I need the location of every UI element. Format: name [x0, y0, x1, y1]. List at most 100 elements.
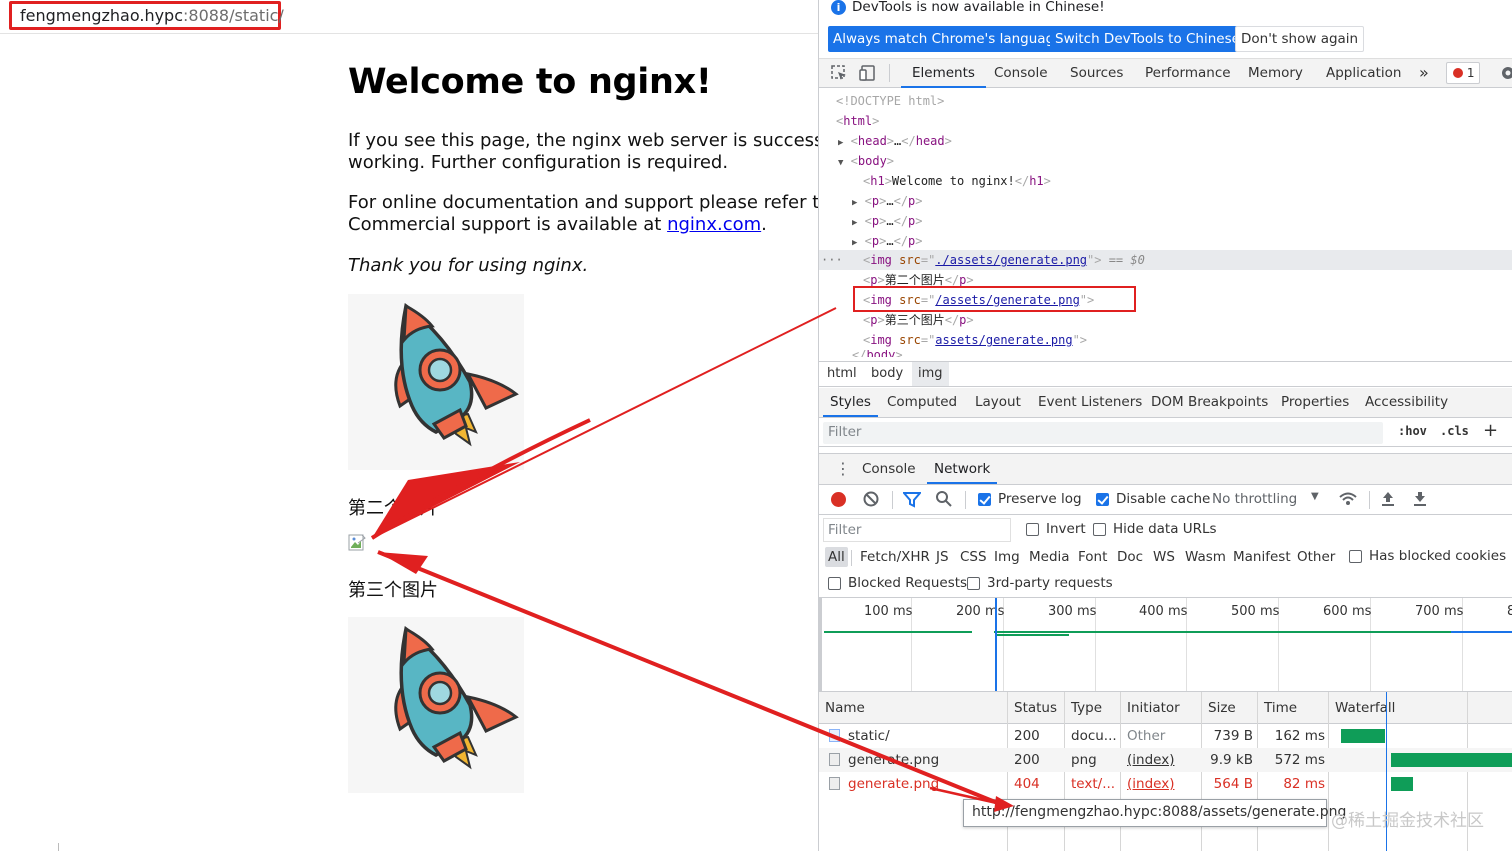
type-filter-all[interactable]: All: [825, 547, 848, 567]
search-icon[interactable]: [935, 490, 953, 508]
dom-node-p[interactable]: ▶ <p>…</p>: [819, 231, 1512, 251]
address-url[interactable]: fengmengzhao.hypc:8088/static/: [9, 1, 284, 30]
device-toolbar-icon[interactable]: [859, 64, 877, 82]
breadcrumb-html[interactable]: html: [827, 362, 857, 386]
timeline-tick: 700 ms: [1415, 604, 1464, 619]
nginx-com-link[interactable]: nginx.com: [667, 214, 761, 235]
chevron-down-icon[interactable]: ▼: [1311, 491, 1319, 502]
src-link[interactable]: assets/generate.png: [935, 333, 1072, 347]
breadcrumb-img[interactable]: img: [912, 362, 949, 386]
dom-node-p[interactable]: <p>第三个图片</p>: [819, 310, 1512, 330]
type-filter-img[interactable]: Img: [994, 549, 1020, 565]
column-status[interactable]: Status: [1014, 692, 1057, 724]
breadcrumb-body[interactable]: body: [871, 362, 903, 386]
tab-memory[interactable]: Memory: [1248, 59, 1303, 88]
collapse-triangle-icon[interactable]: ▼: [838, 158, 843, 168]
hov-button[interactable]: :hov: [1398, 424, 1427, 438]
tab-sources[interactable]: Sources: [1070, 59, 1123, 88]
elements-tree[interactable]: <!DOCTYPE html> <html> ▶ <head>…</head> …: [819, 89, 1512, 357]
timeline-tick: 300 ms: [1048, 604, 1097, 619]
import-har-upload-icon[interactable]: [1381, 490, 1395, 508]
type-filter-js[interactable]: JS: [936, 549, 949, 565]
cls-button[interactable]: .cls: [1440, 424, 1469, 438]
hide-data-urls-checkbox[interactable]: [1093, 523, 1106, 536]
column-size[interactable]: Size: [1208, 692, 1236, 724]
expand-triangle-icon[interactable]: ▶: [852, 238, 857, 248]
tab-elements[interactable]: Elements: [901, 59, 986, 88]
initiator-link[interactable]: (index): [1127, 748, 1174, 772]
dom-node-img-selected[interactable]: ··· <img src="./assets/generate.png"> == …: [819, 250, 1512, 270]
column-time[interactable]: Time: [1264, 692, 1297, 724]
column-name[interactable]: Name: [825, 692, 865, 724]
node-actions-ellipsis-icon[interactable]: ···: [821, 250, 843, 270]
tab-performance[interactable]: Performance: [1145, 59, 1231, 88]
address-bar[interactable]: fengmengzhao.hypc:8088/static/: [0, 0, 818, 34]
table-row[interactable]: generate.png 404 text/... (index) 564 B …: [819, 772, 1512, 796]
network-conditions-wifi-icon[interactable]: [1338, 491, 1358, 507]
tab-accessibility[interactable]: Accessibility: [1365, 388, 1448, 417]
column-initiator[interactable]: Initiator: [1127, 692, 1180, 724]
dom-node-head[interactable]: ▶ <head>…</head>: [819, 131, 1512, 151]
export-har-download-icon[interactable]: [1413, 490, 1427, 508]
blocked-requests-checkbox[interactable]: [828, 577, 841, 590]
dom-node-doctype[interactable]: <!DOCTYPE html>: [819, 91, 1512, 111]
src-link[interactable]: ./assets/generate.png: [935, 253, 1087, 267]
dom-node-p[interactable]: ▶ <p>…</p>: [819, 191, 1512, 211]
dom-node-h1[interactable]: <h1>Welcome to nginx!</h1>: [819, 171, 1512, 191]
tab-console[interactable]: Console: [994, 59, 1048, 88]
tab-computed[interactable]: Computed: [887, 388, 957, 417]
tab-application[interactable]: Application: [1326, 59, 1401, 88]
type-filter-manifest[interactable]: Manifest: [1233, 549, 1291, 565]
new-style-rule-plus-icon[interactable]: +: [1483, 420, 1498, 441]
tab-properties[interactable]: Properties: [1281, 388, 1349, 417]
type-filter-wasm[interactable]: Wasm: [1185, 549, 1226, 565]
expand-triangle-icon[interactable]: ▶: [838, 138, 843, 148]
styles-subtabs: Styles Computed Layout Event Listeners D…: [819, 388, 1512, 418]
type-filter-doc[interactable]: Doc: [1117, 549, 1143, 565]
disable-cache-checkbox[interactable]: [1096, 493, 1109, 506]
preserve-log-label: Preserve log: [998, 491, 1082, 507]
dom-node-html[interactable]: <html>: [819, 111, 1512, 131]
invert-checkbox[interactable]: [1026, 523, 1039, 536]
filter-funnel-icon[interactable]: [903, 491, 921, 508]
expand-triangle-icon[interactable]: ▶: [852, 218, 857, 228]
throttling-select[interactable]: No throttling: [1212, 491, 1297, 507]
switch-to-chinese-button[interactable]: Switch DevTools to Chinese: [1050, 26, 1245, 52]
dom-node-body-close[interactable]: </body>: [819, 350, 1512, 357]
record-icon[interactable]: [831, 492, 846, 507]
preserve-log-checkbox[interactable]: [978, 493, 991, 506]
third-party-checkbox[interactable]: [967, 577, 980, 590]
drawer-menu-icon[interactable]: ⋮: [835, 459, 851, 478]
tab-styles[interactable]: Styles: [823, 388, 878, 417]
initiator-link[interactable]: (index): [1127, 772, 1174, 796]
dom-node-p[interactable]: ▶ <p>…</p>: [819, 211, 1512, 231]
expand-triangle-icon[interactable]: ▶: [852, 198, 857, 208]
tab-event-listeners[interactable]: Event Listeners: [1038, 388, 1142, 417]
clear-icon[interactable]: [863, 491, 879, 507]
drawer-tab-network[interactable]: Network: [927, 455, 998, 484]
url-tooltip: http://fengmengzhao.hypc:8088/assets/gen…: [963, 799, 1346, 827]
type-filter-ws[interactable]: WS: [1153, 549, 1175, 565]
inspect-element-icon[interactable]: [830, 64, 848, 82]
dont-show-again-button[interactable]: Don't show again: [1235, 26, 1365, 52]
dom-node-body[interactable]: ▼ <body>: [819, 151, 1512, 171]
more-tabs-chevron-icon[interactable]: »: [1419, 59, 1429, 88]
table-row[interactable]: static/ 200 docu... Other 739 B 162 ms: [819, 724, 1512, 748]
has-blocked-cookies-checkbox[interactable]: [1349, 550, 1362, 563]
type-filter-css[interactable]: CSS: [960, 549, 987, 565]
type-filter-media[interactable]: Media: [1029, 549, 1070, 565]
tab-dom-breakpoints[interactable]: DOM Breakpoints: [1151, 388, 1268, 417]
error-count-badge[interactable]: 1: [1446, 62, 1480, 84]
drawer-tab-console[interactable]: Console: [862, 455, 916, 484]
match-language-button[interactable]: Always match Chrome's language: [828, 26, 1068, 52]
styles-filter-input[interactable]: [823, 422, 1383, 444]
type-filter-fetch-xhr[interactable]: Fetch/XHR: [860, 549, 930, 565]
settings-gear-icon[interactable]: [1499, 64, 1512, 82]
type-filter-other[interactable]: Other: [1297, 549, 1335, 565]
type-filter-font[interactable]: Font: [1078, 549, 1107, 565]
column-type[interactable]: Type: [1071, 692, 1102, 724]
tab-layout[interactable]: Layout: [975, 388, 1021, 417]
thanks-line: Thank you for using nginx.: [348, 255, 589, 276]
table-row[interactable]: generate.png 200 png (index) 9.9 kB 572 …: [819, 748, 1512, 772]
dom-node-img[interactable]: <img src="assets/generate.png">: [819, 330, 1512, 350]
